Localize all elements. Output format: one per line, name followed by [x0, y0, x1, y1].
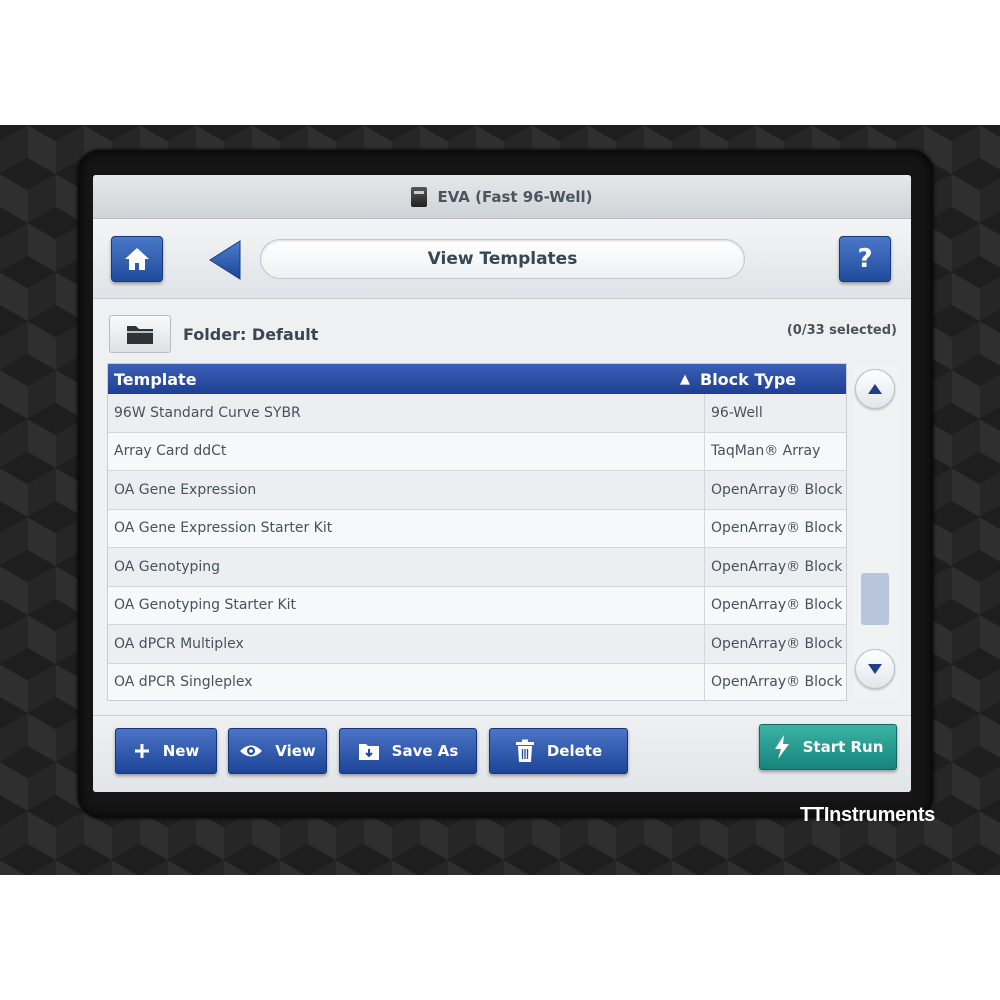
delete-button-label: Delete: [546, 742, 603, 760]
new-button[interactable]: New: [115, 728, 217, 774]
sort-ascending-icon: ▲: [680, 371, 690, 387]
help-icon: ?: [857, 244, 873, 274]
scroll-thumb[interactable]: [861, 573, 889, 625]
cell-block-type: OpenArray® Block: [711, 674, 843, 691]
folder-icon: [127, 326, 153, 344]
cell-template-name: OA dPCR Multiplex: [108, 625, 705, 663]
table-row[interactable]: OA dPCR Multiplex OpenArray® Block: [108, 625, 846, 664]
cell-template-name: 96W Standard Curve SYBR: [108, 394, 705, 432]
table-row[interactable]: Array Card ddCt TaqMan® Array: [108, 432, 846, 471]
folder-button[interactable]: [109, 315, 171, 353]
cell-block-type: OpenArray® Block: [711, 597, 843, 614]
home-button[interactable]: [111, 236, 163, 282]
scroll-down-button[interactable]: [855, 649, 895, 689]
cell-template-name: OA Gene Expression Starter Kit: [108, 509, 705, 547]
folder-label: Folder: Default: [183, 325, 319, 344]
table-header: Template ▲ Block Type: [108, 364, 846, 394]
table-row[interactable]: OA Gene Expression Starter Kit OpenArray®…: [108, 509, 846, 548]
cell-block-type: TaqMan® Array: [711, 443, 821, 460]
view-button-label: View: [275, 742, 316, 760]
column-header-block-type[interactable]: ▲ Block Type: [680, 370, 846, 389]
back-arrow-icon: [209, 240, 241, 280]
action-toolbar: New View Save As Delete Start Run: [93, 715, 911, 792]
table-row[interactable]: OA Genotyping Starter Kit OpenArray® Bloc…: [108, 586, 846, 625]
cell-block-type: OpenArray® Block: [711, 558, 843, 575]
window-title: EVA (Fast 96-Well): [437, 187, 593, 206]
eye-icon: [239, 743, 263, 759]
new-button-label: New: [162, 742, 200, 760]
plus-icon: [133, 742, 151, 760]
column-header-template[interactable]: Template: [108, 370, 680, 389]
folder-row: Folder: Default (0/33 selected): [93, 301, 911, 355]
chevron-up-icon: [868, 384, 882, 394]
selection-status: (0/33 selected): [786, 323, 897, 338]
window-titlebar: EVA (Fast 96-Well): [93, 175, 911, 219]
cell-template-name: OA dPCR Singleplex: [108, 663, 705, 700]
trash-icon: [515, 739, 535, 763]
home-icon: [125, 248, 149, 270]
table-row[interactable]: OA dPCR Singleplex OpenArray® Block: [108, 663, 846, 700]
table-row[interactable]: 96W Standard Curve SYBR 96-Well: [108, 394, 846, 433]
start-run-button[interactable]: Start Run: [759, 724, 897, 770]
table-body: 96W Standard Curve SYBR 96-Well Array Card…: [108, 394, 846, 700]
instrument-icon: [411, 186, 428, 207]
start-run-button-label: Start Run: [802, 738, 884, 756]
chevron-down-icon: [868, 664, 882, 674]
cell-template-name: OA Genotyping: [108, 548, 705, 586]
cell-block-type: OpenArray® Block: [711, 635, 843, 652]
cell-block-type: OpenArray® Block: [711, 481, 843, 498]
cell-block-type: OpenArray® Block: [711, 520, 843, 537]
column-header-block-type-label: Block Type: [700, 369, 797, 389]
scroll-up-button[interactable]: [855, 369, 895, 409]
view-button[interactable]: View: [228, 728, 327, 774]
save-as-button-label: Save As: [391, 742, 459, 760]
cell-template-name: OA Gene Expression: [108, 471, 705, 509]
touch-screen: EVA (Fast 96-Well) View Templates ? Fold…: [93, 175, 911, 792]
delete-button[interactable]: Delete: [489, 728, 628, 774]
save-as-button[interactable]: Save As: [339, 728, 477, 774]
cell-template-name: Array Card ddCt: [108, 432, 705, 470]
scrollbar[interactable]: [853, 363, 897, 697]
page-title: View Templates: [260, 239, 745, 279]
back-button[interactable]: [205, 239, 245, 281]
cell-block-type: 96-Well: [711, 404, 763, 421]
table-row[interactable]: OA Gene Expression OpenArray® Block: [108, 471, 846, 510]
lightning-icon: [773, 734, 791, 760]
save-folder-icon: [358, 741, 380, 761]
templates-table: Template ▲ Block Type 96W Standard Curve…: [107, 363, 847, 701]
watermark-text: TTInstruments: [800, 804, 935, 826]
table-row[interactable]: OA Genotyping OpenArray® Block: [108, 548, 846, 587]
cell-template-name: OA Genotyping Starter Kit: [108, 586, 705, 624]
help-button[interactable]: ?: [839, 236, 891, 282]
nav-bar: View Templates ?: [93, 219, 911, 299]
